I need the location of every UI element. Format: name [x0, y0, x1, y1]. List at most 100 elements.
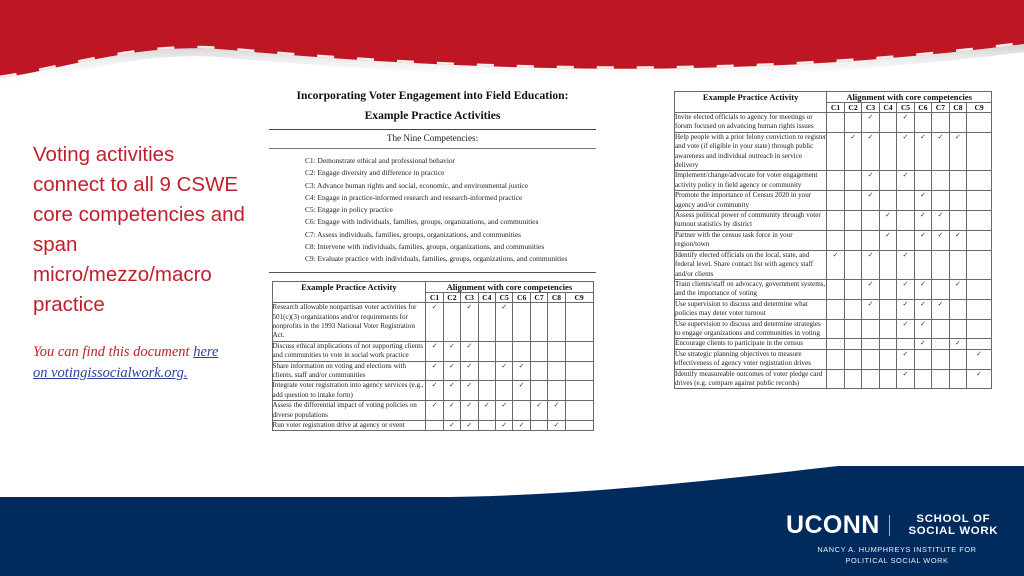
check-cell-empty — [477, 360, 496, 382]
header-c6: C6 — [512, 292, 531, 304]
header-c2: C2 — [843, 102, 863, 113]
check-cell-marked: ✓ — [494, 420, 514, 432]
header-c1: C1 — [425, 292, 444, 304]
check-cell-marked: ✓ — [896, 348, 915, 370]
activity-table-left-body: Research allowable nonpartisan voter act… — [271, 302, 594, 432]
document-title-line2: Example Practice Activities — [364, 108, 501, 122]
check-cell-marked: ✓ — [948, 131, 968, 172]
logo-primary-row: UCONN SCHOOL OF SOCIAL WORK — [786, 513, 1008, 538]
check-cell-empty — [843, 229, 863, 251]
check-cell-empty — [931, 278, 950, 300]
table-row: Use supervision to discuss and determine… — [673, 298, 992, 320]
table-row: Identify measureable outcomes of voter p… — [673, 368, 992, 390]
check-cell-empty — [931, 318, 950, 340]
table-row: Research allowable nonpartisan voter act… — [271, 302, 594, 342]
check-cell-empty — [878, 190, 898, 212]
check-cell-empty — [948, 112, 968, 133]
competency-item: C2: Engage diversity and difference in p… — [305, 168, 445, 178]
check-cell-marked: ✓ — [896, 131, 915, 172]
check-cell-empty — [878, 170, 898, 192]
check-cell-empty — [826, 278, 845, 300]
table-row: Promote the importance of Census 2020 in… — [673, 190, 992, 212]
activity-table-right-body: Invite elected officials to agency for m… — [673, 112, 992, 390]
check-cell-empty — [896, 338, 915, 350]
header-c4: C4 — [878, 102, 898, 113]
check-cell-marked: ✓ — [896, 278, 915, 300]
check-cell-empty — [425, 420, 444, 432]
check-cell-empty — [931, 190, 950, 212]
document-link[interactable]: here — [193, 344, 218, 360]
activity-cell: Invite elected officials to agency for m… — [673, 112, 828, 133]
table-row: Assess the differential impact of voting… — [271, 400, 594, 422]
check-cell-marked: ✓ — [913, 318, 933, 340]
table-row: Implement/change/advocate for voter enga… — [673, 170, 992, 192]
competency-item: C7: Assess individuals, families, groups… — [305, 229, 522, 239]
activity-cell: Implement/change/advocate for voter enga… — [673, 170, 828, 192]
logo-school-name: SCHOOL OF SOCIAL WORK — [908, 513, 999, 537]
check-cell-marked: ✓ — [913, 298, 933, 320]
table-row: Train clients/staff on advocacy, governm… — [673, 278, 992, 300]
table-row: Use supervision to discuss and determine… — [673, 318, 992, 340]
check-cell-marked: ✓ — [529, 400, 549, 422]
header-c3: C3 — [861, 102, 880, 113]
activity-cell: Identify elected officials on the local,… — [673, 249, 828, 280]
check-cell-marked: ✓ — [861, 190, 880, 212]
table-row: Use strategic planning objectives to mea… — [673, 348, 992, 370]
check-cell-marked: ✓ — [861, 249, 880, 280]
header-c9: C9 — [966, 102, 992, 113]
competency-item: C8: Intervene with individuals, families… — [305, 242, 545, 252]
check-cell-empty — [843, 210, 863, 231]
header-c5: C5 — [896, 102, 915, 113]
header-alignment: Alignment with core competencies — [826, 91, 992, 103]
check-cell-marked: ✓ — [494, 302, 514, 342]
check-cell-marked: ✓ — [896, 298, 915, 320]
logo-institute-line1: NANCY A. HUMPHREYS INSTITUTE FOR — [817, 545, 977, 554]
check-cell-empty — [878, 112, 898, 133]
check-cell-empty — [529, 302, 549, 342]
check-cell-marked: ✓ — [843, 131, 863, 172]
check-cell-marked: ✓ — [948, 338, 968, 350]
document-link-site[interactable]: on votingissocialwork.org. — [33, 365, 188, 381]
check-cell-empty — [861, 318, 880, 340]
header-c7: C7 — [931, 102, 950, 113]
check-cell-marked: ✓ — [512, 360, 531, 382]
check-cell-marked: ✓ — [878, 210, 898, 231]
activity-cell: Use strategic planning objectives to mea… — [673, 348, 828, 370]
check-cell-marked: ✓ — [460, 380, 479, 402]
left-text-block: Voting activities connect to all 9 CSWE … — [33, 140, 248, 384]
check-cell-empty — [878, 278, 898, 300]
check-cell-empty — [948, 190, 968, 212]
competency-item: C1: Demonstrate ethical and professional… — [305, 156, 456, 165]
check-cell-empty — [529, 420, 549, 432]
check-cell-empty — [564, 400, 594, 422]
check-cell-empty — [843, 170, 863, 192]
check-cell-empty — [948, 318, 968, 340]
check-cell-empty — [931, 112, 950, 133]
check-cell-empty — [843, 338, 863, 350]
header-c5: C5 — [494, 292, 514, 304]
activity-cell: Integrate voter registration into agency… — [271, 380, 427, 402]
check-cell-empty — [948, 298, 968, 320]
header-c1: C1 — [826, 102, 845, 113]
check-cell-empty — [913, 348, 933, 370]
header-c3: C3 — [460, 292, 479, 304]
check-cell-marked: ✓ — [913, 210, 933, 231]
check-cell-marked: ✓ — [966, 368, 992, 390]
check-cell-empty — [826, 112, 845, 133]
check-cell-marked: ✓ — [442, 400, 462, 422]
slide: Voting activities connect to all 9 CSWE … — [0, 0, 1024, 576]
activity-cell: Identify measureable outcomes of voter p… — [673, 368, 828, 390]
check-cell-empty — [966, 131, 992, 172]
check-cell-marked: ✓ — [966, 348, 992, 370]
check-cell-empty — [843, 298, 863, 320]
check-cell-empty — [948, 170, 968, 192]
check-cell-marked: ✓ — [425, 400, 444, 422]
table-row: Discuss ethical implications of not supp… — [271, 340, 594, 362]
check-cell-empty — [966, 338, 992, 350]
header-alignment: Alignment with core competencies — [425, 281, 594, 294]
check-cell-empty — [948, 348, 968, 370]
check-cell-marked: ✓ — [547, 420, 566, 432]
activity-cell: Assess political power of community thro… — [673, 210, 828, 231]
check-cell-empty — [843, 190, 863, 212]
check-cell-marked: ✓ — [896, 368, 915, 390]
